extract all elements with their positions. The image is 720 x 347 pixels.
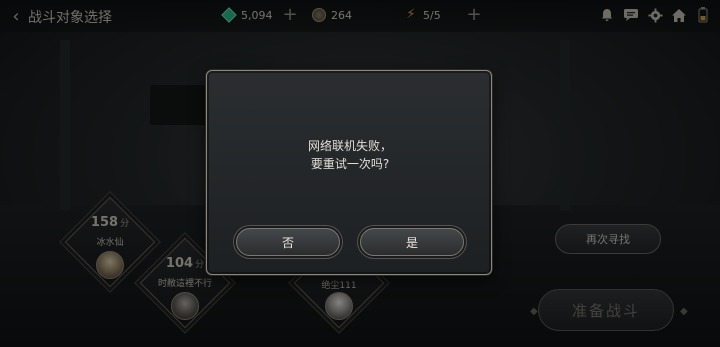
no-button[interactable]: 否	[236, 228, 340, 256]
yes-button[interactable]: 是	[360, 228, 464, 256]
network-error-dialog: 网络联机失败， 要重试一次吗? 否 是	[206, 70, 492, 275]
dialog-message-line-2: 要重试一次吗?	[310, 157, 390, 171]
dialog-message-line-1: 网络联机失败，	[307, 139, 392, 153]
